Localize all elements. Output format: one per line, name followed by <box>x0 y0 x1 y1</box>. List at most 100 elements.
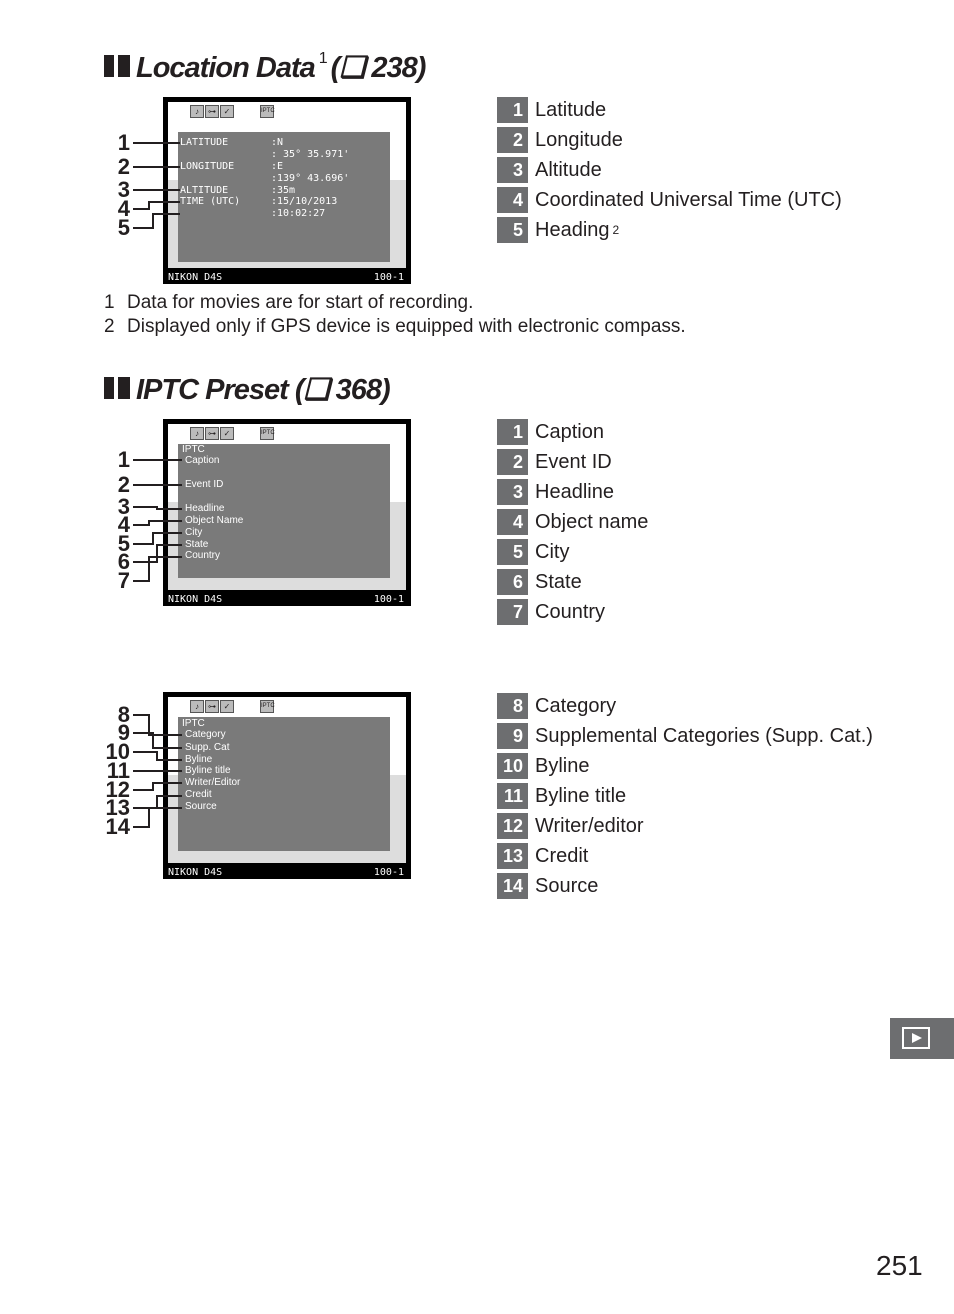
legend-number: 4 <box>497 187 528 213</box>
legend-number: 2 <box>497 449 528 475</box>
screen-label: Event ID <box>185 479 224 490</box>
iptc-icon: IPTC <box>260 427 275 440</box>
legend-number: 2 <box>497 127 528 153</box>
section-marker-icon <box>104 55 130 77</box>
legend-number: 13 <box>497 843 528 869</box>
legend-number: 5 <box>497 217 528 243</box>
legend-item: 8 Category <box>497 691 873 721</box>
legend-number: 11 <box>497 783 528 809</box>
footnote-ref: 2 <box>612 223 620 237</box>
iptc-screen-b: ♪ ⊶ ✓ IPTC IPTC Category Supp. Cat Byline … <box>163 692 411 879</box>
screen-label: Source <box>185 801 217 812</box>
legend-item: 5 Heading 2 <box>497 215 842 245</box>
screen-label: TIME (UTC) <box>180 196 241 207</box>
legend-label: Latitude <box>535 98 607 121</box>
footnotes: 1 Data for movies are for start of record… <box>104 291 686 339</box>
page-ref: (❑ 238) <box>330 52 427 84</box>
voice-memo-icon: ♪ <box>190 427 204 440</box>
legend-label: Supplemental Categories (Supp. Cat.) <box>535 724 873 747</box>
callout-number: 5 <box>117 215 130 240</box>
legend-item: 4 Object name <box>497 507 648 537</box>
legend-label: Source <box>535 874 599 897</box>
screen-label: City <box>185 527 203 538</box>
screen-label: Country <box>185 550 221 561</box>
screen-label: LATITUDE <box>180 137 229 148</box>
file-number: 100-1 <box>373 867 404 878</box>
legend-item: 14 Source <box>497 871 873 901</box>
legend-number: 8 <box>497 693 528 719</box>
playback-tab <box>890 1018 954 1059</box>
protect-icon: ⊶ <box>205 700 219 713</box>
file-number: 100-1 <box>373 594 404 605</box>
legend-number: 9 <box>497 723 528 749</box>
screen-label: Headline <box>185 503 225 514</box>
page-number: 251 <box>876 1250 923 1281</box>
legend-label: Event ID <box>535 450 612 473</box>
legend-item: 4 Coordinated Universal Time (UTC) <box>497 185 842 215</box>
screen-value: :N <box>271 137 284 148</box>
iptc-legend-b: 8 Category 9 Supplemental Categories (Supp.… <box>497 691 873 901</box>
legend-number: 1 <box>497 97 528 123</box>
footnote-ref: 1 <box>318 50 328 67</box>
legend-number: 3 <box>497 157 528 183</box>
legend-item: 6 State <box>497 567 648 597</box>
legend-item: 3 Headline <box>497 477 648 507</box>
legend-label: City <box>535 540 570 563</box>
retouch-icon: ✓ <box>220 105 234 118</box>
legend-label: Longitude <box>535 128 623 151</box>
heading-iptc-preset: IPTC Preset (❑ 368) <box>104 372 391 407</box>
camera-model: NIKON D4S <box>168 272 223 283</box>
legend-number: 3 <box>497 479 528 505</box>
legend-label: Writer/editor <box>535 814 644 837</box>
legend-number: 6 <box>497 569 528 595</box>
section-marker-icon <box>104 377 130 399</box>
legend-item: 3 Altitude <box>497 155 842 185</box>
location-data-screen: ♪ ⊶ ✓ IPTC LATITUDE LONGITUDE ALTITUDE TIM… <box>163 97 411 284</box>
voice-memo-icon: ♪ <box>190 105 204 118</box>
legend-item: 2 Event ID <box>497 447 648 477</box>
voice-memo-icon: ♪ <box>190 700 204 713</box>
legend-item: 13 Credit <box>497 841 873 871</box>
legend-item: 1 Caption <box>497 417 648 447</box>
heading-location-data: Location Data 1 (❑ 238) <box>104 50 427 85</box>
legend-item: 11 Byline title <box>497 781 873 811</box>
iptc-legend-a: 1 Caption 2 Event ID 3 Headline 4 Object name 5 C… <box>497 417 648 627</box>
callout-number: 2 <box>117 154 130 179</box>
screen-label: Caption <box>185 455 220 466</box>
callout-number: 14 <box>105 814 130 839</box>
screen-label: Supp. Cat <box>185 742 230 753</box>
legend-item: 2 Longitude <box>497 125 842 155</box>
callout-number: 7 <box>117 568 130 593</box>
playback-icon <box>902 1027 930 1049</box>
legend-number: 12 <box>497 813 528 839</box>
legend-item: 12 Writer/editor <box>497 811 873 841</box>
screen-label: Byline title <box>185 765 231 776</box>
page-ref: (❑ 368) <box>294 374 391 406</box>
legend-label: Country <box>535 600 606 623</box>
camera-model: NIKON D4S <box>168 594 223 605</box>
legend-label: Credit <box>535 844 589 867</box>
legend-label: Byline <box>535 754 590 777</box>
legend-item: 5 City <box>497 537 648 567</box>
legend-number: 14 <box>497 873 528 899</box>
title: IPTC Preset <box>136 374 289 406</box>
title: Location Data <box>136 52 316 84</box>
legend-item: 7 Country <box>497 597 648 627</box>
screen-label: Object Name <box>185 515 244 526</box>
callout-number: 1 <box>117 130 130 155</box>
legend-number: 7 <box>497 599 528 625</box>
legend-number: 5 <box>497 539 528 565</box>
screen-value: :10:02:27 <box>271 208 326 219</box>
protect-icon: ⊶ <box>205 105 219 118</box>
legend-label: Altitude <box>535 158 602 181</box>
iptc-icon: IPTC <box>260 105 275 118</box>
screen-label: Category <box>185 729 226 740</box>
legend-number: 10 <box>497 753 528 779</box>
legend-label: Heading <box>535 218 610 241</box>
legend-label: State <box>535 570 582 593</box>
callout-number: 1 <box>117 447 130 472</box>
file-number: 100-1 <box>373 272 404 283</box>
legend-label: Object name <box>535 510 649 533</box>
footnote: 1 Data for movies are for start of record… <box>104 292 474 313</box>
legend-label: Byline title <box>535 784 627 807</box>
